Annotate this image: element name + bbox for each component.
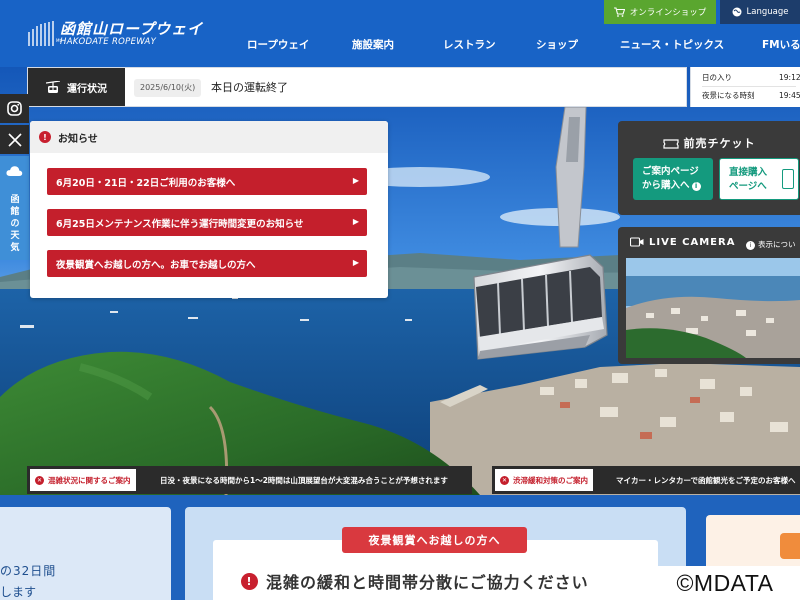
ticket-guide-line1: ご案内ページ xyxy=(642,166,699,177)
cart-icon xyxy=(613,7,625,17)
news-item[interactable]: 6月25日メンテナンス作業に伴う運行時間変更のお知らせ ▶ xyxy=(47,209,367,236)
x-logo-icon xyxy=(7,132,22,147)
nav-item-ropeway[interactable]: ロープウェイ xyxy=(247,37,309,52)
site-header: 函館山ロープウェイ Mt. HAKODATE ROPEWAY オンラインショップ… xyxy=(0,0,800,67)
language-label: Language xyxy=(746,7,789,17)
live-camera-note[interactable]: i 表示につい xyxy=(746,239,796,250)
news-item-label: 夜景観賞へお越しの方へ。お車でお越しの方へ xyxy=(56,259,256,271)
advance-ticket-panel: 前売チケット ご案内ページ から購入へ i 直接購入 ページへ xyxy=(618,121,800,215)
news-header: ! お知らせ xyxy=(30,121,388,153)
news-item-label: 6月20日・21日・22日ご利用のお客様へ xyxy=(56,177,236,189)
night-view-heading: ! 混雑の緩和と時間帯分散にご協力ください xyxy=(241,569,589,593)
info-icon: i xyxy=(746,241,755,250)
gondola-icon xyxy=(46,80,60,93)
sunset-value: 19:12 頃 xyxy=(779,73,800,82)
operation-status-label: 運行状況 xyxy=(67,83,107,95)
ticket-icon xyxy=(662,139,679,149)
congestion-ticker-text: 日没・夜景になる時間から1〜2時間は山頂展望台が大変混み合うことが予想されます xyxy=(160,476,448,485)
traffic-ticker-label: ✕ 渋滞緩和対策のご案内 xyxy=(495,469,593,491)
live-camera-title: LIVE CAMERA xyxy=(630,237,735,248)
traffic-ticker-label-text: 渋滞緩和対策のご案内 xyxy=(513,475,588,485)
traffic-ticker[interactable]: ✕ 渋滞緩和対策のご案内 マイカー・レンタカーで函館観光をご予定のお客様へ xyxy=(492,466,800,494)
nav-item-fm[interactable]: FMいる xyxy=(762,37,800,52)
ticket-guide-button[interactable]: ご案内ページ から購入へ i xyxy=(633,158,713,200)
sunset-row: 日の入り 19:12 頃 xyxy=(702,72,800,87)
nav-item-restaurant[interactable]: レストラン xyxy=(443,37,496,52)
night-view-heading-text: 混雑の緩和と時間帯分散にご協力ください xyxy=(266,573,589,592)
close-circle-icon: ✕ xyxy=(35,475,44,485)
main-nav: ロープウェイ 施設案内 レストラン ショップ ニュース・トピックス FMいる xyxy=(0,37,800,51)
status-date: 2025/6/10(火) xyxy=(134,79,202,97)
left-info-card[interactable]: の32日間 します xyxy=(0,507,171,600)
congestion-ticker-label: ✕ 混雑状況に関するご案内 xyxy=(30,469,136,491)
status-text: 本日の運転終了 xyxy=(211,81,288,94)
news-item-label: 6月25日メンテナンス作業に伴う運行時間変更のお知らせ xyxy=(56,218,304,230)
ticket-title-text: 前売チケット xyxy=(683,137,756,150)
nav-item-shop[interactable]: ショップ xyxy=(536,37,578,52)
instagram-icon xyxy=(7,101,22,116)
smartphone-icon xyxy=(782,169,794,189)
copyright-watermark: ©MDATA xyxy=(650,566,800,600)
camera-icon xyxy=(630,237,644,247)
live-camera-image[interactable] xyxy=(626,258,800,358)
nav-item-facilities[interactable]: 施設案内 xyxy=(352,37,394,52)
night-view-row: 夜景になる時刻 19:45 頃 xyxy=(702,90,800,105)
chevron-right-icon: ▶ xyxy=(352,217,359,226)
nav-item-news-topics[interactable]: ニュース・トピックス xyxy=(620,37,724,52)
online-shop-label: オンラインショップ xyxy=(629,8,707,18)
night-view-badge: 夜景観賞へお越しの方へ xyxy=(342,527,527,553)
live-camera-panel[interactable]: LIVE CAMERA i 表示につい xyxy=(618,227,800,364)
weather-label: 函館の天気 xyxy=(10,195,20,253)
info-icon: i xyxy=(691,182,701,191)
cloud-icon xyxy=(6,166,23,176)
congestion-ticker-label-text: 混雑状況に関するご案内 xyxy=(48,475,131,485)
live-camera-note-text: 表示につい xyxy=(758,240,796,249)
close-circle-icon: ✕ xyxy=(500,475,509,485)
right-card-tag xyxy=(780,533,800,559)
globe-icon xyxy=(732,7,742,17)
night-view-value: 19:45 頃 xyxy=(779,91,800,100)
x-link[interactable] xyxy=(0,125,29,154)
news-title: お知らせ xyxy=(58,133,98,145)
logo-japanese-text: 函館山ロープウェイ xyxy=(60,20,204,38)
news-item[interactable]: 夜景観賞へお越しの方へ。お車でお越しの方へ ▶ xyxy=(47,250,367,277)
alert-icon: ! xyxy=(39,131,51,143)
chevron-right-icon: ▶ xyxy=(352,176,359,185)
language-button[interactable]: Language xyxy=(720,0,800,24)
online-shop-button[interactable]: オンラインショップ xyxy=(604,0,716,24)
instagram-link[interactable] xyxy=(0,94,29,123)
ticket-direct-button[interactable]: 直接購入 ページへ xyxy=(719,158,799,200)
alert-icon: ! xyxy=(241,572,258,590)
operation-status-label-box: 運行状況 xyxy=(28,68,125,106)
news-item[interactable]: 6月20日・21日・22日ご利用のお客様へ ▶ xyxy=(47,168,367,195)
news-panel: ! お知らせ 6月20日・21日・22日ご利用のお客様へ ▶ 6月25日メンテナ… xyxy=(30,121,388,298)
sunset-time-box: 日の入り 19:12 頃 夜景になる時刻 19:45 頃 xyxy=(690,67,800,107)
left-card-line2: します xyxy=(0,585,37,599)
congestion-ticker[interactable]: ✕ 混雑状況に関するご案内 日没・夜景になる時間から1〜2時間は山頂展望台が大変… xyxy=(27,466,472,494)
traffic-ticker-text: マイカー・レンタカーで函館観光をご予定のお客様へ xyxy=(616,476,796,485)
chevron-right-icon: ▶ xyxy=(352,258,359,267)
ticket-guide-line2: から購入へ xyxy=(642,180,690,191)
sunset-label: 日の入り xyxy=(702,73,732,82)
operation-status-bar: 運行状況 2025/6/10(火) 本日の運転終了 xyxy=(27,67,687,107)
left-card-line1: の32日間 xyxy=(0,564,57,578)
weather-link[interactable]: 函館の天気 xyxy=(0,156,29,260)
night-view-label: 夜景になる時刻 xyxy=(702,91,755,100)
ticket-title: 前売チケット xyxy=(618,135,800,151)
live-camera-title-text: LIVE CAMERA xyxy=(649,237,736,248)
